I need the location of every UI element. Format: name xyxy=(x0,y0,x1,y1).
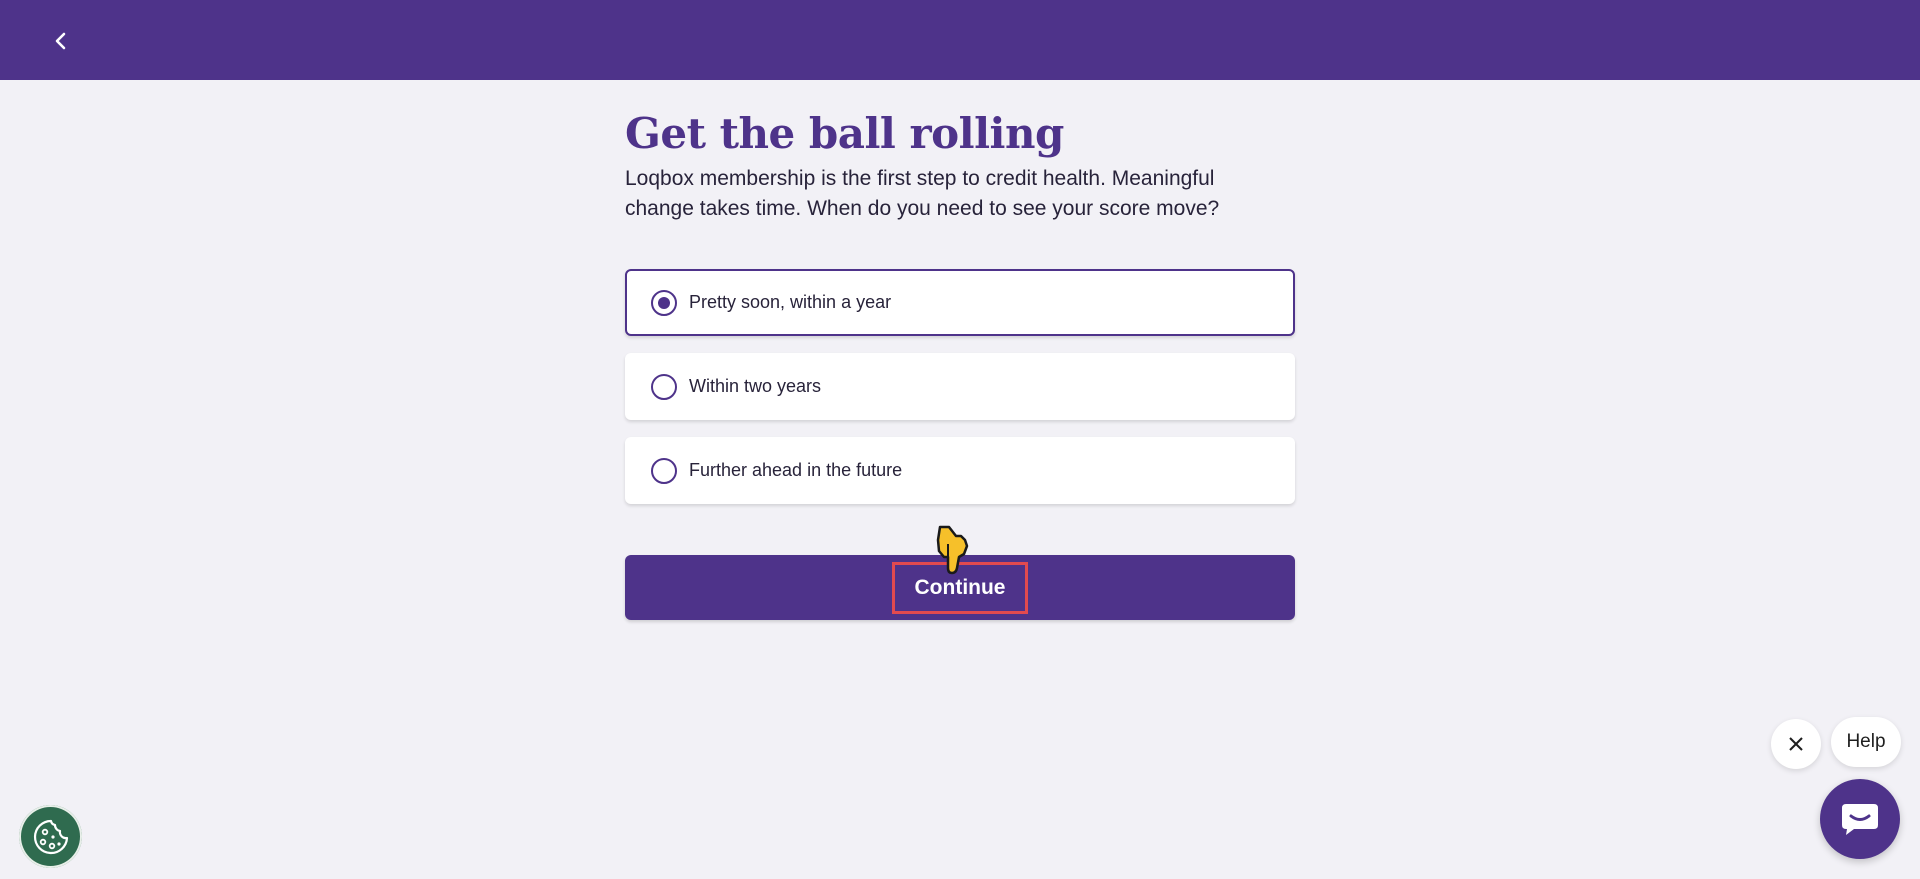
help-bubble[interactable]: Help xyxy=(1831,717,1901,767)
top-navigation-bar xyxy=(0,0,1920,80)
radio-button-selected[interactable] xyxy=(651,289,677,316)
chat-icon xyxy=(1842,804,1878,835)
chat-launcher-button[interactable] xyxy=(1820,779,1900,859)
option-label: Within two years xyxy=(689,376,822,396)
cookie-icon xyxy=(33,819,68,854)
chevron-left-icon xyxy=(55,32,66,50)
option-label: Further ahead in the future xyxy=(689,460,903,480)
radio-dot xyxy=(658,296,670,309)
radio-button[interactable] xyxy=(651,373,677,400)
page-subtitle: Loqbox membership is the first step to c… xyxy=(625,167,1220,220)
page-title: Get the ball rolling xyxy=(625,109,1064,158)
option-within-a-year[interactable]: Pretty soon, within a year xyxy=(625,269,1295,336)
option-label: Pretty soon, within a year xyxy=(689,292,892,312)
cookie-settings-button[interactable] xyxy=(19,805,82,868)
option-further-ahead[interactable]: Further ahead in the future xyxy=(625,437,1295,504)
back-button[interactable] xyxy=(48,28,74,54)
pointer-hand-icon xyxy=(936,525,969,575)
option-within-two-years[interactable]: Within two years xyxy=(625,353,1295,420)
close-help-button[interactable] xyxy=(1771,719,1821,769)
question-header: Get the ball rolling Loqbox membership i… xyxy=(625,106,1295,224)
close-icon xyxy=(1789,737,1803,751)
radio-button[interactable] xyxy=(651,457,677,484)
help-label: Help xyxy=(1846,731,1886,752)
answer-options: Pretty soon, within a year Within two ye… xyxy=(625,269,1295,521)
